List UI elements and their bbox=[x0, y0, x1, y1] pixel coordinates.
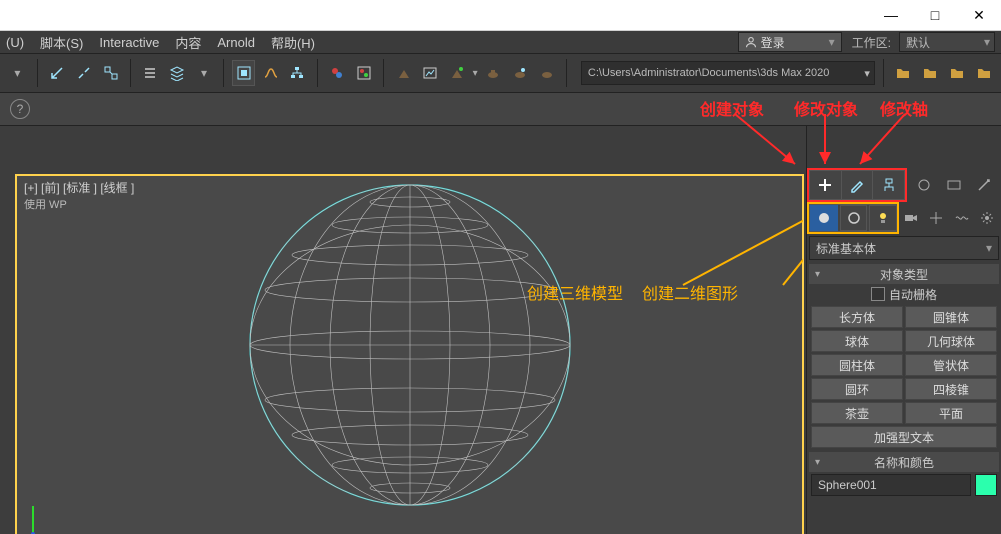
menu-interactive[interactable]: Interactive bbox=[99, 35, 159, 50]
btn-sphere[interactable]: 球体 bbox=[811, 330, 903, 352]
teapot-alt-icon[interactable] bbox=[535, 60, 558, 86]
render-production-icon[interactable] bbox=[446, 60, 469, 86]
command-panel: 标准基本体 对象类型 自动栅格 长方体 圆锥体 球体 几何球体 圆柱体 管状体 … bbox=[806, 126, 1001, 534]
minimize-button[interactable]: — bbox=[869, 0, 913, 30]
menu-u[interactable]: (U) bbox=[6, 35, 24, 50]
motion-tab-icon[interactable] bbox=[911, 172, 937, 198]
lights-category[interactable] bbox=[869, 205, 896, 231]
btn-cylinder[interactable]: 圆柱体 bbox=[811, 354, 903, 376]
primitive-category-dropdown[interactable]: 标准基本体 bbox=[809, 236, 999, 260]
sphere-wireframe[interactable] bbox=[245, 180, 575, 510]
menu-content[interactable]: 内容 bbox=[175, 33, 201, 52]
helpers-category-icon[interactable] bbox=[925, 205, 949, 231]
hierarchy-tab[interactable] bbox=[873, 171, 904, 199]
bind-icon[interactable] bbox=[99, 60, 122, 86]
spacewarps-category-icon[interactable] bbox=[950, 205, 974, 231]
user-icon bbox=[745, 36, 757, 48]
window-titlebar: ✕ □ — bbox=[0, 0, 1001, 31]
link-icon[interactable] bbox=[46, 60, 69, 86]
annotation-create-3d: 创建三维模型 bbox=[527, 280, 623, 304]
autogrid-checkbox[interactable] bbox=[871, 287, 885, 301]
menu-arnold[interactable]: Arnold bbox=[217, 35, 255, 50]
axis-gizmo bbox=[26, 500, 62, 534]
menu-script[interactable]: 脚本(S) bbox=[40, 33, 83, 52]
annotation-create-2d: 创建二维图形 bbox=[642, 280, 738, 304]
list-icon[interactable] bbox=[139, 60, 162, 86]
modify-tab[interactable] bbox=[842, 171, 874, 199]
rollout-name-color[interactable]: 名称和颜色 bbox=[809, 452, 999, 472]
workspace-select[interactable]: 默认 bbox=[899, 32, 995, 52]
login-label: 登录 bbox=[761, 34, 785, 51]
create-category-row bbox=[809, 204, 897, 232]
dropdown-chevron-icon[interactable]: ▾ bbox=[6, 60, 29, 86]
folder-icon-3[interactable] bbox=[945, 60, 968, 86]
login-box[interactable]: 登录 ▾ bbox=[738, 32, 842, 52]
window-toggle-icon[interactable] bbox=[232, 60, 255, 86]
utilities-tab-icon[interactable] bbox=[971, 172, 997, 198]
btn-torus[interactable]: 圆环 bbox=[811, 378, 903, 400]
menu-help[interactable]: 帮助(H) bbox=[271, 33, 315, 52]
main-toolbar: ▾ ▾ ▾ C:\Users\Administrator\Documents\3… bbox=[0, 53, 1001, 93]
menu-bar: (U) 脚本(S) Interactive 内容 Arnold 帮助(H) 登录… bbox=[0, 31, 1001, 53]
material-browser-icon[interactable] bbox=[352, 60, 375, 86]
dropdown-chevron-icon[interactable]: ▾ bbox=[473, 68, 478, 79]
schematic-view-icon[interactable] bbox=[286, 60, 309, 86]
btn-geosphere[interactable]: 几何球体 bbox=[905, 330, 997, 352]
cameras-category-icon[interactable] bbox=[899, 205, 923, 231]
project-path[interactable]: C:\Users\Administrator\Documents\3ds Max… bbox=[581, 61, 875, 85]
rendered-frame-icon[interactable] bbox=[419, 60, 442, 86]
folder-icon-2[interactable] bbox=[919, 60, 942, 86]
geometry-category[interactable] bbox=[810, 205, 838, 231]
btn-pyramid[interactable]: 四棱锥 bbox=[905, 378, 997, 400]
unlink-icon[interactable] bbox=[73, 60, 96, 86]
folder-icon-1[interactable] bbox=[892, 60, 915, 86]
teapot-cloud-icon[interactable] bbox=[508, 60, 531, 86]
object-color-swatch[interactable] bbox=[975, 474, 997, 496]
maximize-button[interactable]: □ bbox=[913, 0, 957, 30]
folder-icon-4[interactable] bbox=[972, 60, 995, 86]
material-editor-icon[interactable] bbox=[326, 60, 349, 86]
curve-editor-icon[interactable] bbox=[259, 60, 282, 86]
viewport-front[interactable]: [+] [前] [标准 ] [线框 ] 使用 WP bbox=[15, 174, 804, 534]
teapot-render-icon[interactable] bbox=[482, 60, 505, 86]
btn-tube[interactable]: 管状体 bbox=[905, 354, 997, 376]
create-tab[interactable] bbox=[810, 171, 842, 199]
shapes-category[interactable] bbox=[840, 205, 868, 231]
render-setup-icon[interactable] bbox=[392, 60, 415, 86]
rollout-object-type[interactable]: 对象类型 bbox=[809, 264, 999, 284]
workspace-label: 工作区: bbox=[852, 34, 891, 51]
annotation-yellow-arrows bbox=[803, 205, 804, 295]
help-icon[interactable]: ? bbox=[10, 99, 30, 119]
btn-cone[interactable]: 圆锥体 bbox=[905, 306, 997, 328]
command-panel-tabs bbox=[809, 170, 905, 200]
btn-box[interactable]: 长方体 bbox=[811, 306, 903, 328]
viewport-label[interactable]: [+] [前] [标准 ] [线框 ] 使用 WP bbox=[24, 179, 134, 212]
close-button[interactable]: ✕ bbox=[957, 0, 1001, 30]
btn-teapot[interactable]: 茶壶 bbox=[811, 402, 903, 424]
dropdown-chevron-icon[interactable]: ▾ bbox=[193, 60, 216, 86]
display-tab-icon[interactable] bbox=[941, 172, 967, 198]
btn-textplus[interactable]: 加强型文本 bbox=[811, 426, 997, 448]
object-name-input[interactable]: Sphere001 bbox=[811, 474, 971, 496]
systems-category-icon[interactable] bbox=[976, 205, 1000, 231]
autogrid-row[interactable]: 自动栅格 bbox=[809, 284, 999, 304]
layers-icon[interactable] bbox=[166, 60, 189, 86]
btn-plane[interactable]: 平面 bbox=[905, 402, 997, 424]
